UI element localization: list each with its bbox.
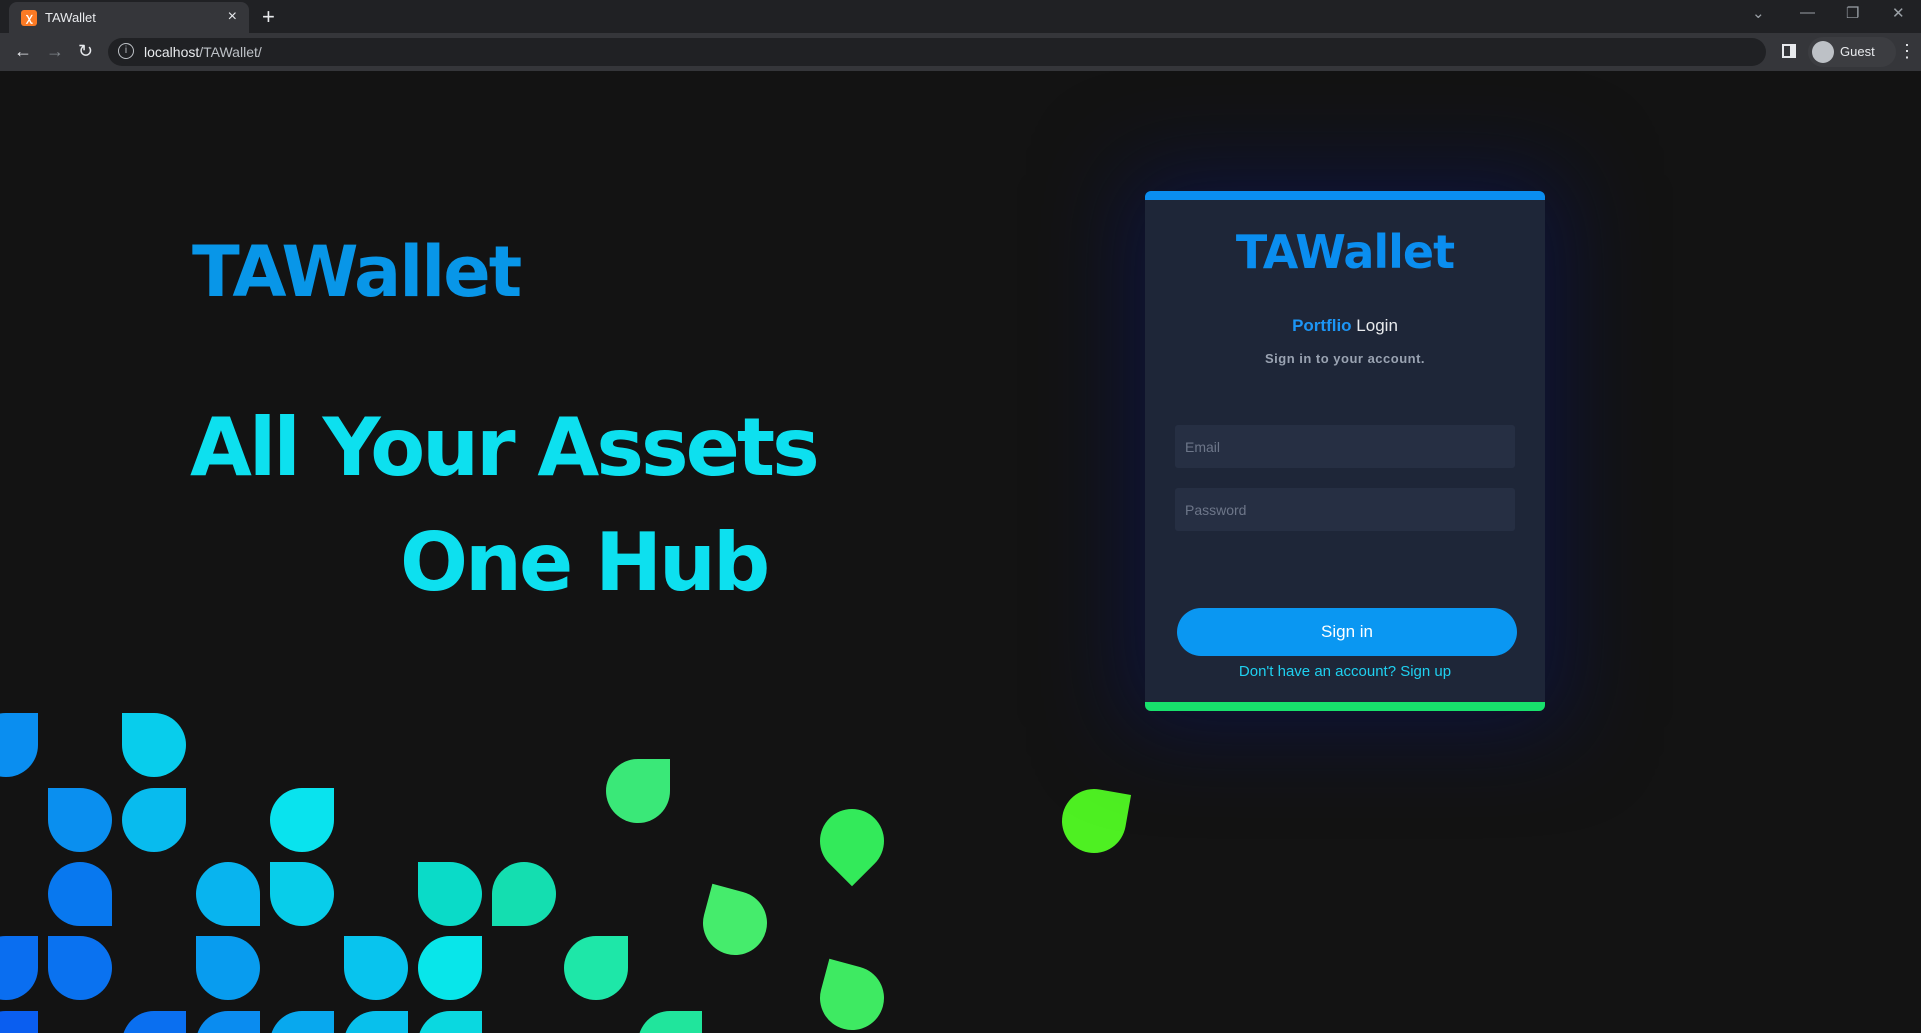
hero-tagline-line2: One Hub	[400, 516, 770, 609]
subtitle-rest: Login	[1351, 316, 1398, 335]
xampp-icon: ꭓ	[21, 10, 37, 26]
address-bar[interactable]: i localhost/TAWallet/	[108, 38, 1766, 66]
browser-chrome: ꭓ TAWallet × + ⌄ — ❐ ✕ ← → ↻ i localhost…	[0, 0, 1921, 71]
profile-button[interactable]: Guest	[1808, 37, 1896, 67]
tab-search-icon[interactable]: ⌄	[1752, 4, 1765, 22]
tab-title: TAWallet	[45, 10, 96, 25]
drop-shape	[270, 1011, 334, 1033]
profile-label: Guest	[1840, 44, 1875, 59]
drop-shape	[638, 1011, 702, 1033]
drop-shape	[492, 862, 556, 926]
page-content: TAWallet All Your Assets One Hub TAWalle…	[0, 71, 1921, 1033]
drop-shape	[418, 862, 482, 926]
browser-toolbar: ← → ↻ i localhost/TAWallet/ Guest ⋮	[0, 33, 1921, 71]
menu-icon[interactable]: ⋮	[1898, 41, 1916, 62]
drop-shape	[270, 862, 334, 926]
login-tagline: Sign in to your account.	[1264, 351, 1426, 366]
drop-shape	[344, 1011, 408, 1033]
drop-shape	[344, 936, 408, 1000]
card-top-accent	[1145, 191, 1545, 200]
subtitle-highlight: Portflio	[1292, 316, 1352, 335]
drop-shape	[806, 795, 898, 887]
drop-shape	[122, 788, 186, 852]
drop-shape	[0, 1011, 38, 1033]
drop-shape	[48, 862, 112, 926]
restore-icon[interactable]: ❐	[1846, 4, 1859, 22]
drop-shape	[48, 788, 112, 852]
login-card: TAWallet Portflio Login Sign in to your …	[1145, 191, 1545, 711]
reload-icon[interactable]: ↻	[78, 41, 93, 62]
site-info-icon[interactable]: i	[118, 43, 134, 59]
side-panel-icon[interactable]	[1782, 44, 1796, 58]
avatar-icon	[1812, 41, 1834, 63]
drop-shape	[196, 936, 260, 1000]
minimize-icon[interactable]: —	[1800, 4, 1815, 21]
tab-strip: ꭓ TAWallet × + ⌄ — ❐ ✕	[0, 0, 1921, 33]
drop-shape	[812, 958, 892, 1033]
close-window-icon[interactable]: ✕	[1892, 4, 1905, 22]
drop-shape	[196, 862, 260, 926]
url-text: localhost/TAWallet/	[144, 44, 262, 60]
hero-brand: TAWallet	[192, 231, 522, 313]
sign-up-link[interactable]: Don't have an account? Sign up	[1145, 663, 1545, 680]
new-tab-icon[interactable]: +	[262, 4, 275, 30]
drop-shape	[122, 1011, 186, 1033]
drop-shape	[564, 936, 628, 1000]
drop-shape	[418, 936, 482, 1000]
email-field[interactable]	[1175, 425, 1515, 468]
drop-shape	[122, 713, 186, 777]
drop-shape	[1056, 783, 1132, 859]
drop-shape	[606, 759, 670, 823]
hero-tagline-line1: All Your Assets	[190, 401, 820, 494]
drop-shape	[418, 1011, 482, 1033]
close-tab-icon[interactable]: ×	[228, 8, 237, 26]
card-brand: TAWallet	[1235, 225, 1455, 279]
sign-in-button[interactable]: Sign in	[1177, 608, 1517, 656]
forward-icon[interactable]: →	[46, 41, 64, 62]
drop-shape	[0, 713, 38, 777]
card-bottom-accent	[1145, 702, 1545, 711]
drop-shape	[0, 936, 38, 1000]
drop-shape	[196, 1011, 260, 1033]
back-icon[interactable]: ←	[14, 41, 32, 62]
drop-shape	[270, 788, 334, 852]
login-subtitle: Portflio Login	[1145, 316, 1545, 336]
browser-tab[interactable]: ꭓ TAWallet ×	[9, 2, 249, 33]
password-field[interactable]	[1175, 488, 1515, 531]
drop-shape	[695, 883, 775, 963]
drop-shape	[48, 936, 112, 1000]
